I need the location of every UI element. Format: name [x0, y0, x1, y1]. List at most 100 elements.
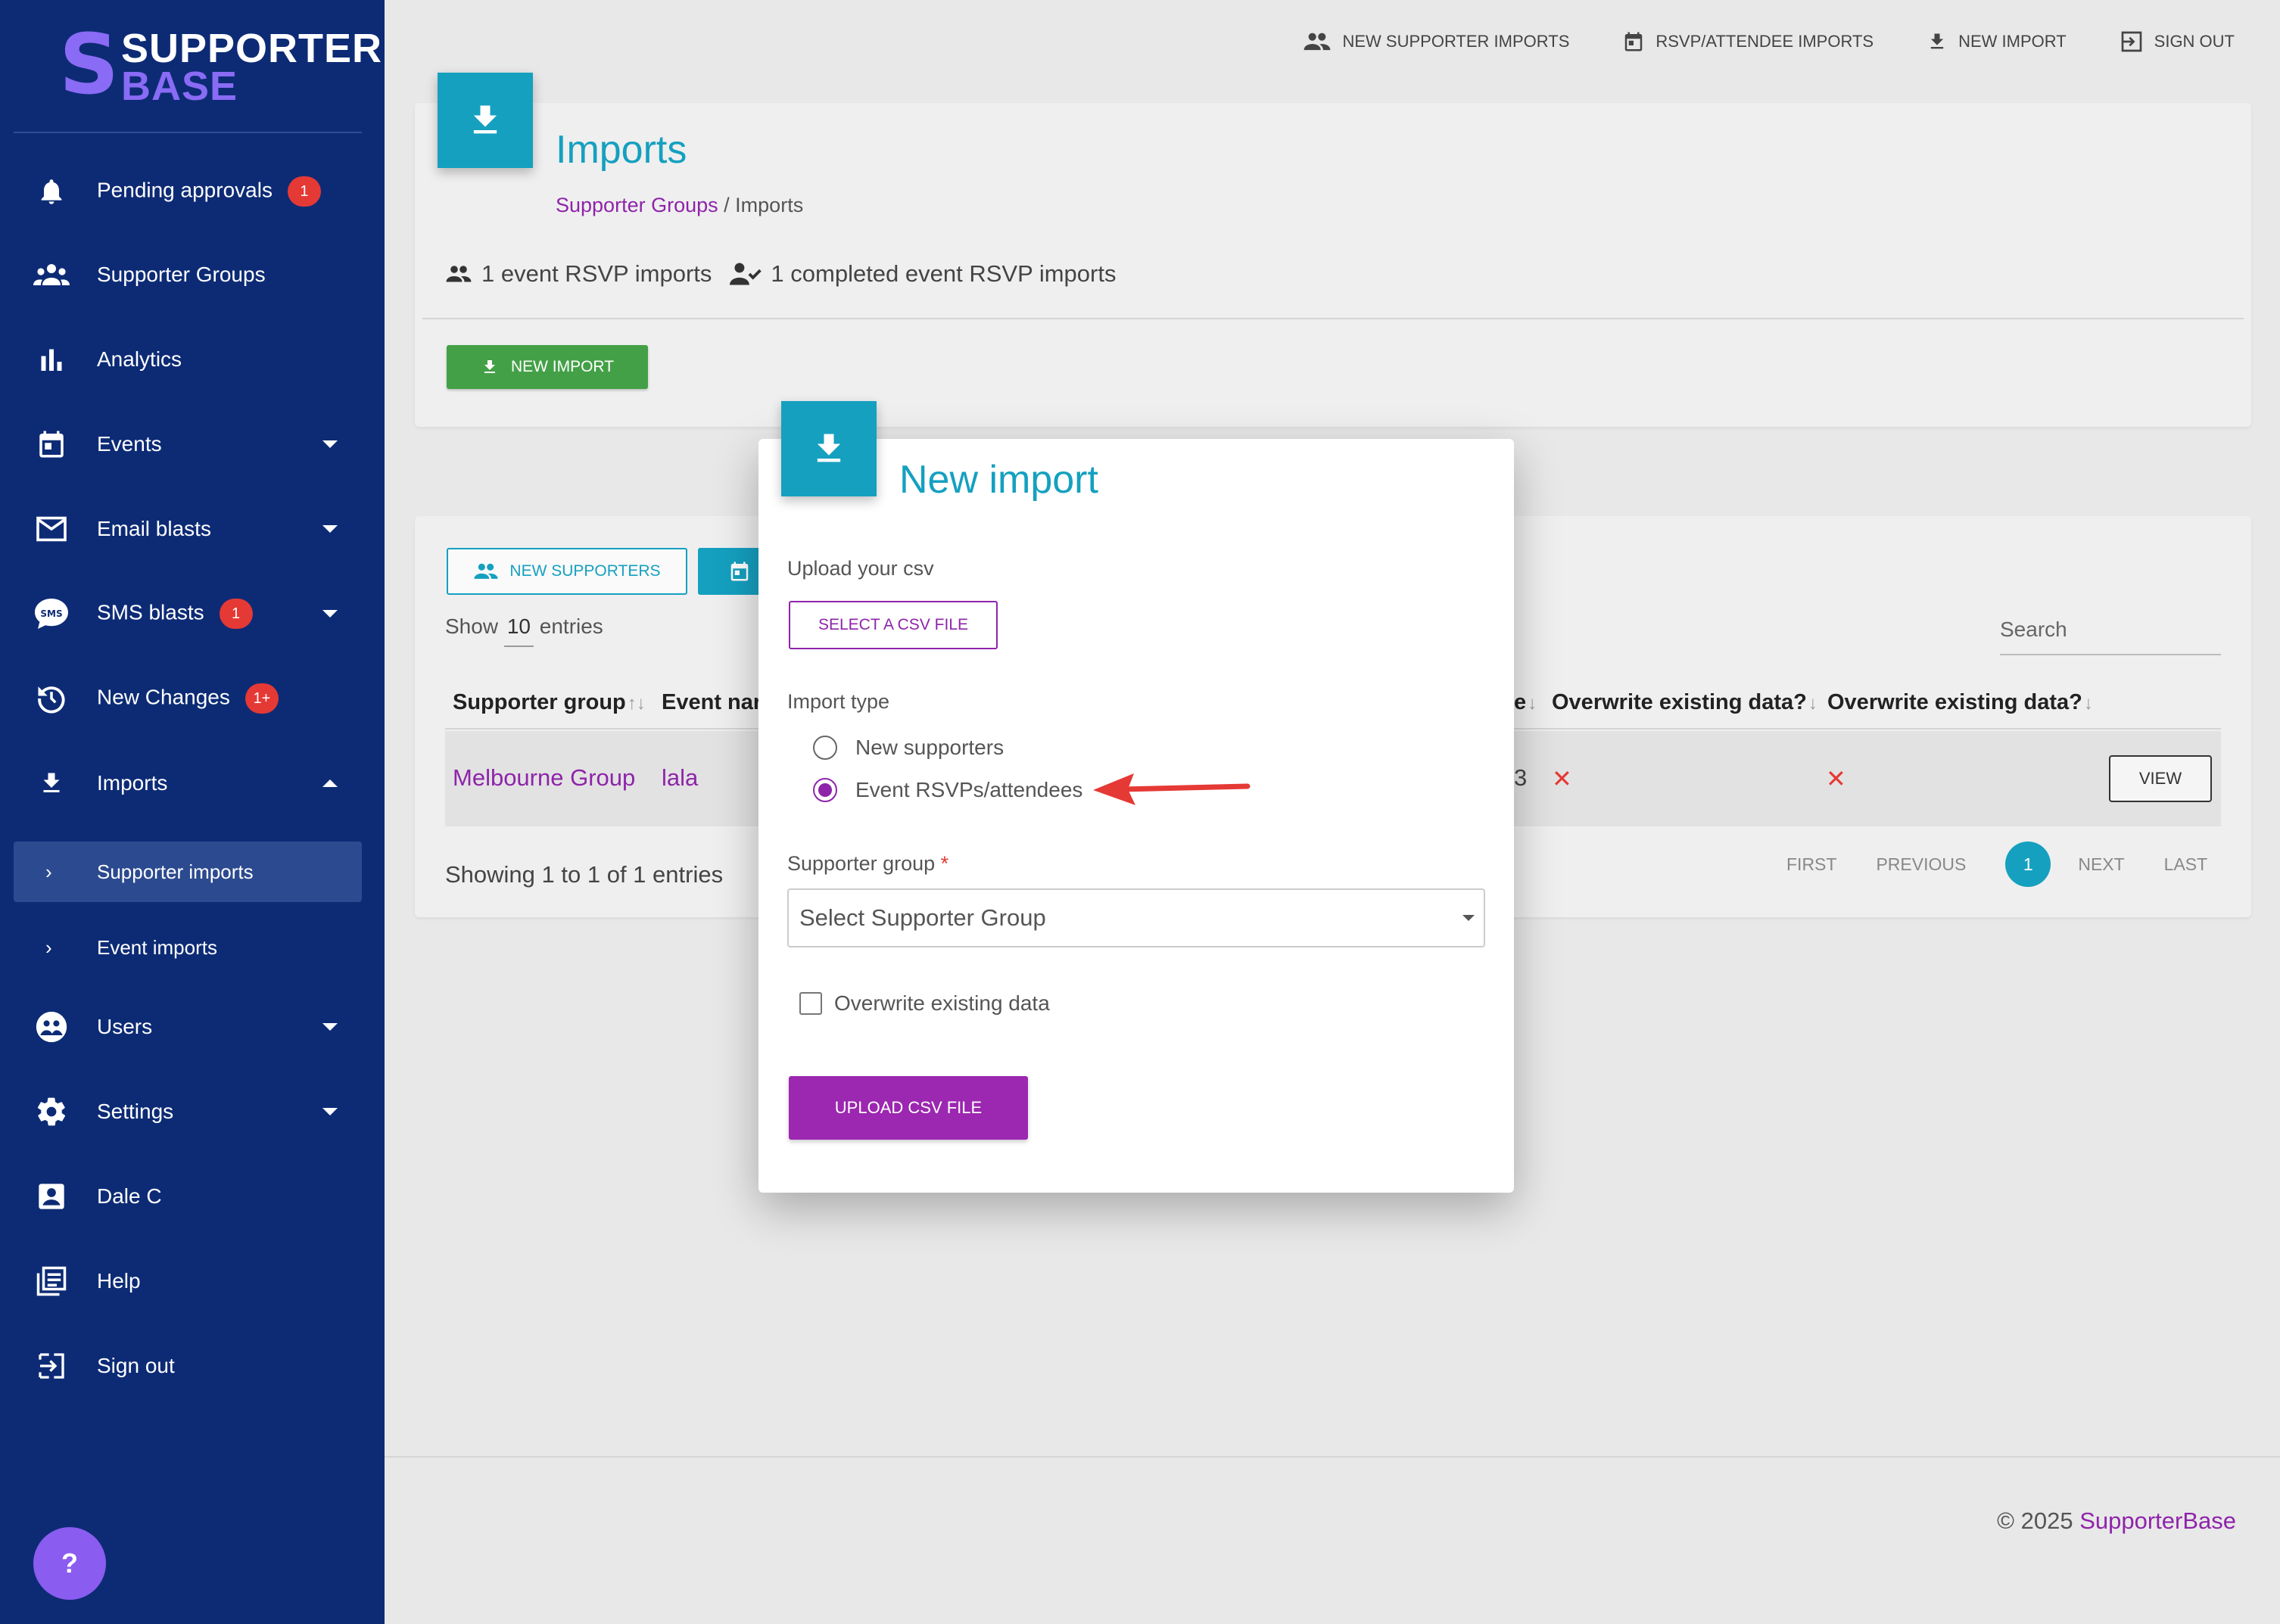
sidebar-subitem-label: Event imports — [97, 935, 217, 959]
breadcrumb-separator: / — [724, 194, 730, 216]
header-label: Supporter group — [453, 690, 626, 714]
sidebar-subitem-supporter-imports[interactable]: › Supporter imports — [14, 842, 362, 902]
sms-icon: SMS — [32, 594, 71, 633]
sidebar-item-settings[interactable]: Settings — [0, 1078, 385, 1146]
page-title: Imports — [556, 128, 687, 172]
pagination-current[interactable]: 1 — [2005, 842, 2051, 887]
topnav-sign-out[interactable]: SIGN OUT — [2120, 23, 2235, 61]
notification-badge: 1+ — [245, 683, 279, 714]
radio-button-checked[interactable] — [813, 778, 837, 802]
new-supporters-filter-button[interactable]: NEW SUPPORTERS — [447, 548, 687, 595]
bar-chart-icon — [32, 340, 71, 379]
bell-icon — [32, 172, 71, 211]
sidebar-item-profile[interactable]: Dale C — [0, 1162, 385, 1230]
pagination-last[interactable]: LAST — [2164, 854, 2208, 875]
sidebar-item-label: Pending approvals — [97, 178, 273, 202]
chevron-right-icon: › — [45, 935, 52, 959]
breadcrumb-link-supporter-groups[interactable]: Supporter Groups — [556, 194, 718, 216]
select-csv-button[interactable]: SELECT A CSV FILE — [789, 601, 998, 649]
footer-brand-link[interactable]: SupporterBase — [2079, 1507, 2236, 1534]
sidebar-item-new-changes[interactable]: New Changes 1+ — [0, 664, 385, 733]
sidebar-item-label: Supporter Groups — [97, 263, 266, 286]
divider — [422, 318, 2244, 319]
topnav-new-import[interactable]: NEW IMPORT — [1926, 23, 2067, 61]
help-fab-button[interactable]: ? — [33, 1527, 106, 1600]
sidebar-item-sign-out[interactable]: Sign out — [0, 1332, 385, 1400]
header-label: e — [1514, 690, 1527, 714]
view-button[interactable]: VIEW — [2109, 755, 2212, 802]
sidebar-item-supporter-groups[interactable]: Supporter Groups — [0, 241, 385, 309]
pagination-previous[interactable]: PREVIOUS — [1876, 854, 1966, 875]
sort-icon: ↓ — [1528, 693, 1537, 714]
sort-icon: ↓ — [1808, 693, 1817, 714]
stat-completed-imports: 1 completed event RSVP imports — [771, 260, 1117, 287]
topnav-rsvp-attendee-imports[interactable]: RSVP/ATTENDEE IMPORTS — [1622, 23, 1874, 61]
sidebar-item-label: Dale C — [97, 1184, 162, 1208]
column-header-partial[interactable]: e↓ — [1514, 690, 1537, 715]
supporterbase-logo[interactable]: S SUPPORTER BASE — [59, 23, 382, 109]
import-type-label: Import type — [787, 690, 890, 713]
sidebar-item-label: Imports — [97, 771, 168, 795]
sidebar-item-pending-approvals[interactable]: Pending approvals 1 — [0, 157, 385, 226]
sidebar-item-label: Events — [97, 432, 162, 456]
sidebar-item-analytics[interactable]: Analytics — [0, 325, 385, 394]
sidebar-item-events[interactable]: Events — [0, 410, 385, 478]
stat-rsvp-imports: 1 event RSVP imports — [481, 260, 712, 287]
sidebar: S SUPPORTER BASE Pending approvals 1 Supp… — [0, 0, 385, 1624]
sidebar-item-users[interactable]: Users — [0, 993, 385, 1061]
svg-text:SMS: SMS — [40, 608, 62, 619]
import-stats: 1 event RSVP imports 1 completed event R… — [445, 260, 1116, 288]
notification-badge: 1 — [219, 599, 253, 629]
pagination-next[interactable]: NEXT — [2078, 854, 2124, 875]
header-label: Overwrite existing data? — [1552, 690, 1807, 714]
new-import-button[interactable]: NEW IMPORT — [447, 345, 648, 389]
sidebar-item-help[interactable]: Help — [0, 1247, 385, 1315]
table-info: Showing 1 to 1 of 1 entries — [445, 861, 724, 888]
chevron-down-icon — [322, 440, 338, 448]
radio-button[interactable] — [813, 736, 837, 760]
button-label: NEW IMPORT — [510, 358, 615, 375]
column-header-supporter-group[interactable]: Supporter group↑↓ — [453, 690, 646, 715]
pagination-first[interactable]: FIRST — [1786, 854, 1836, 875]
show-label: Show — [445, 614, 499, 638]
upload-csv-label: Upload your csv — [787, 557, 934, 580]
top-nav: NEW SUPPORTER IMPORTS RSVP/ATTENDEE IMPO… — [1303, 23, 2235, 61]
overwrite-checkbox-row[interactable]: Overwrite existing data — [799, 991, 1050, 1016]
logout-icon — [2121, 31, 2141, 52]
page-length-select[interactable]: 10 — [503, 614, 534, 647]
supporter-group-label: Supporter group * — [787, 852, 948, 876]
radio-event-rsvps[interactable]: Event RSVPs/attendees — [813, 778, 1082, 802]
upload-csv-button[interactable]: UPLOAD CSV FILE — [789, 1076, 1028, 1140]
topnav-new-supporter-imports[interactable]: NEW SUPPORTER IMPORTS — [1303, 23, 1569, 61]
sidebar-item-sms-blasts[interactable]: SMS SMS blasts 1 — [0, 580, 385, 648]
page-icon-badge — [438, 73, 533, 168]
calendar-icon — [32, 425, 71, 464]
sidebar-item-imports[interactable]: Imports — [0, 749, 385, 817]
sidebar-item-email-blasts[interactable]: Email blasts — [0, 495, 385, 563]
sidebar-item-label: Sign out — [97, 1354, 175, 1377]
radio-new-supporters[interactable]: New supporters — [813, 736, 1004, 760]
sort-asc-icon: ↑↓ — [627, 693, 646, 714]
users-icon — [32, 1007, 71, 1047]
sidebar-item-label: Settings — [97, 1100, 174, 1123]
cell-event-name-link[interactable]: lala — [662, 764, 698, 792]
supporter-group-select[interactable]: Select Supporter Group — [787, 888, 1485, 947]
column-header-overwrite-1[interactable]: Overwrite existing data?↓ — [1552, 690, 1817, 715]
topnav-label: SIGN OUT — [2154, 32, 2235, 51]
sidebar-subitem-event-imports[interactable]: › Event imports — [14, 917, 362, 978]
column-header-event-name[interactable]: Event nar — [662, 690, 762, 715]
breadcrumb: Supporter Groups / Imports — [556, 194, 803, 217]
chevron-up-icon — [322, 779, 338, 787]
sort-icon: ↓ — [2083, 693, 2093, 714]
search-input[interactable]: Search — [2000, 613, 2221, 655]
people-icon — [474, 563, 499, 579]
footer: © 2025 SupporterBase — [1997, 1507, 2236, 1535]
chevron-right-icon: › — [45, 860, 52, 883]
history-icon — [32, 679, 71, 718]
column-header-overwrite-2[interactable]: Overwrite existing data?↓ — [1827, 690, 2093, 715]
overwrite-checkbox[interactable] — [799, 992, 822, 1015]
field-label: Supporter group — [787, 852, 936, 875]
download-icon — [32, 764, 71, 803]
cell-supporter-group-link[interactable]: Melbourne Group — [453, 764, 635, 792]
header-label: Overwrite existing data? — [1827, 690, 2082, 714]
